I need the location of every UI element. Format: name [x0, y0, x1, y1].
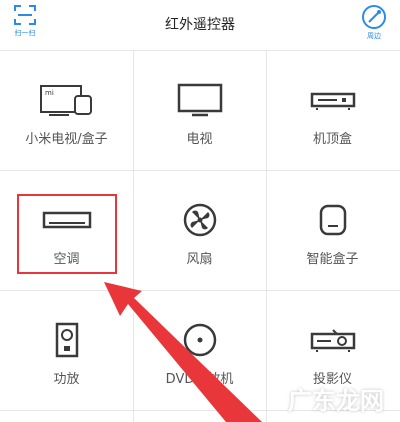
red-arrow-annotation — [104, 282, 262, 422]
watermark: 广东龙网 — [288, 386, 384, 415]
